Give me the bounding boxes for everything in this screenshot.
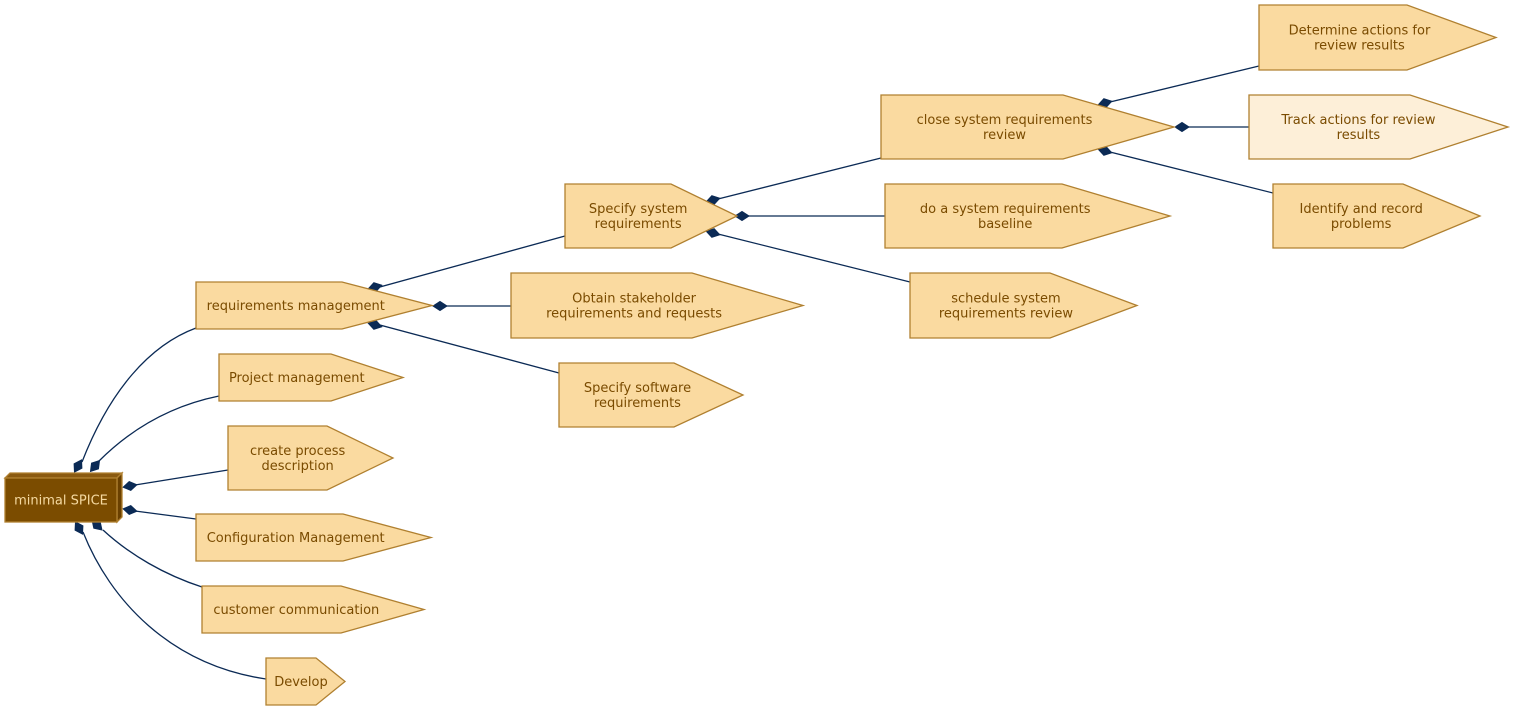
node-label-line: Track actions for review bbox=[1280, 113, 1435, 128]
node-label-line: requirements review bbox=[939, 307, 1073, 322]
edge-root-to-customer-comm bbox=[102, 529, 203, 588]
process-node-obtain-stake[interactable]: Obtain stakeholderrequirements and reque… bbox=[510, 272, 806, 339]
edge-close-review-to-determine-actions bbox=[1109, 65, 1260, 103]
edge-root-to-proj-mgmt bbox=[98, 395, 220, 462]
process-node-schedule-review[interactable]: schedule systemrequirements review bbox=[909, 272, 1139, 339]
process-node-close-review[interactable]: close system requirementsreview bbox=[880, 94, 1177, 160]
edge-root-to-config-mgmt bbox=[134, 510, 197, 520]
node-label-line: Configuration Management bbox=[207, 531, 385, 546]
process-node-customer-comm[interactable]: customer communication bbox=[201, 585, 427, 634]
node-label-line: requirements bbox=[594, 396, 681, 411]
nodes-layer: minimal SPICE requirements management Proj… bbox=[3, 4, 1511, 706]
composition-diamond-icon bbox=[122, 504, 138, 516]
node-label-line: Project management bbox=[229, 371, 365, 386]
node-label-line: Obtain stakeholder bbox=[572, 292, 696, 307]
node-label-line: Determine actions for bbox=[1289, 24, 1431, 39]
process-tree-diagram: minimal SPICE requirements management Proj… bbox=[3, 4, 1511, 706]
process-node-develop[interactable]: Develop bbox=[265, 657, 347, 706]
process-node-track-actions[interactable]: Track actions for reviewresults bbox=[1248, 94, 1511, 160]
process-node-proj-mgmt[interactable]: Project management bbox=[218, 353, 406, 402]
node-label-line: do a system requirements bbox=[920, 202, 1091, 217]
edge-root-to-req-mgmt bbox=[81, 327, 197, 463]
node-label-line: Develop bbox=[274, 675, 328, 690]
process-node-req-mgmt[interactable]: requirements management bbox=[195, 281, 435, 330]
process-node-baseline[interactable]: do a system requirementsbaseline bbox=[884, 183, 1173, 249]
node-label-line: requirements management bbox=[207, 299, 385, 314]
node-label-line: customer communication bbox=[213, 603, 379, 618]
composition-diamond-icon bbox=[122, 480, 138, 492]
node-label-line: Identify and record bbox=[1300, 202, 1423, 217]
node-label-line: requirements and requests bbox=[546, 307, 722, 322]
node-label-line: review bbox=[983, 128, 1026, 143]
node-label-line: close system requirements bbox=[917, 113, 1093, 128]
root-box-side bbox=[116, 471, 123, 524]
node-label-line: problems bbox=[1331, 217, 1392, 232]
edge-root-to-create-process bbox=[134, 469, 229, 486]
node-label-line: create process bbox=[250, 444, 346, 459]
process-node-config-mgmt[interactable]: Configuration Management bbox=[195, 513, 434, 562]
node-label-line: schedule system bbox=[951, 292, 1060, 307]
process-node-create-process[interactable]: create processdescription bbox=[227, 425, 395, 491]
node-label-line: baseline bbox=[978, 217, 1032, 232]
node-label-line: minimal SPICE bbox=[14, 494, 108, 509]
node-label-line: Specify software bbox=[584, 381, 691, 396]
composition-diamond-icon bbox=[1174, 121, 1190, 133]
process-node-determine-actions[interactable]: Determine actions forreview results bbox=[1258, 4, 1498, 71]
root-box-top bbox=[3, 472, 124, 479]
process-node-spec-sw[interactable]: Specify softwarerequirements bbox=[558, 362, 745, 428]
node-label-line: review results bbox=[1314, 39, 1405, 54]
node-label-line: Specify system bbox=[589, 202, 687, 217]
node-label-line: requirements bbox=[595, 217, 682, 232]
edge-spec-sys-to-schedule-review bbox=[717, 233, 911, 283]
process-node-spec-sys[interactable]: Specify systemrequirements bbox=[564, 183, 739, 249]
composition-diamond-icon bbox=[432, 300, 448, 312]
root-node[interactable]: minimal SPICE bbox=[3, 471, 124, 524]
node-label-line: description bbox=[262, 459, 334, 474]
node-label-line: results bbox=[1337, 128, 1381, 143]
process-node-identify-problems[interactable]: Identify and recordproblems bbox=[1272, 183, 1482, 249]
edge-spec-sys-to-close-review bbox=[717, 157, 882, 200]
